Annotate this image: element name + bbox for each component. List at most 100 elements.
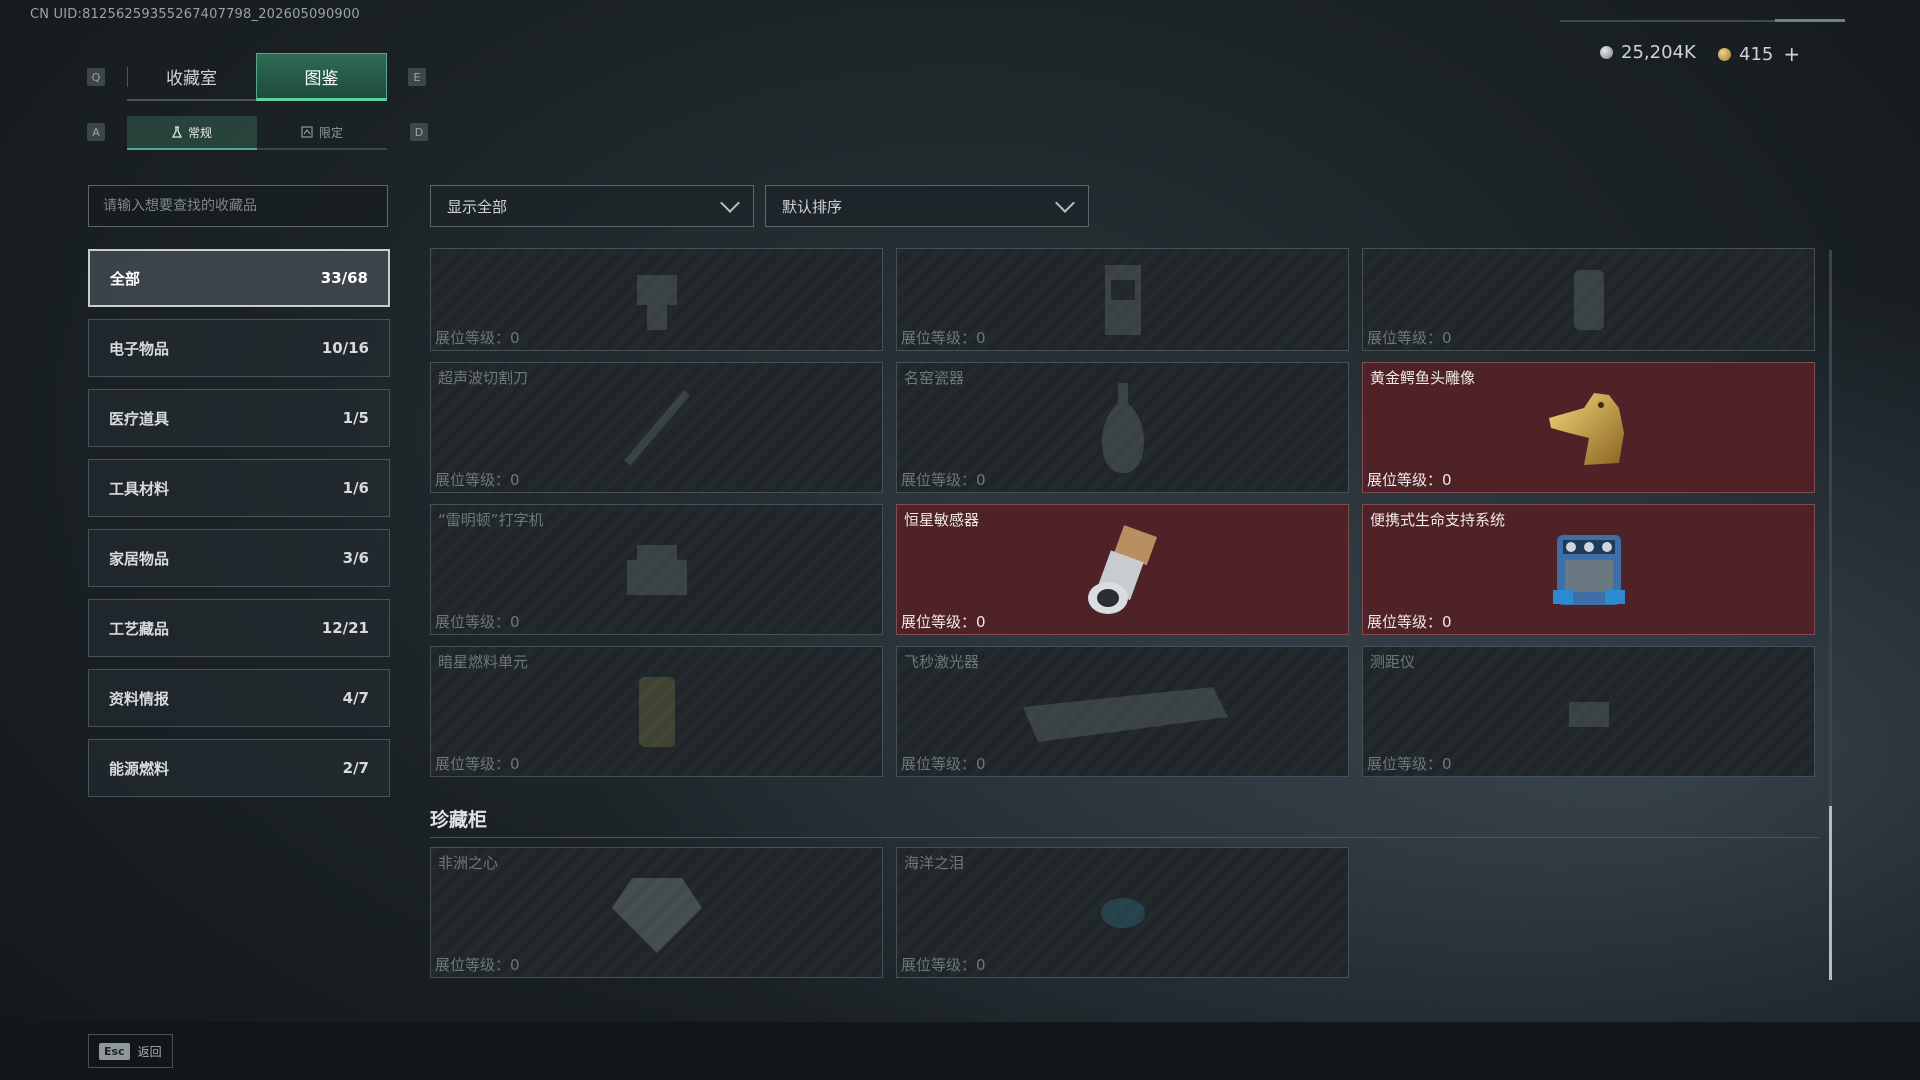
subtab-limited[interactable]: 限定 [257, 116, 387, 150]
category-crafts[interactable]: 工艺藏品 12/21 [88, 599, 390, 657]
tab-catalog[interactable]: 图鉴 [256, 53, 387, 101]
item-card[interactable]: 展位等级：0 [896, 248, 1349, 351]
item-card[interactable]: 名窑瓷器 展位等级：0 [896, 362, 1349, 493]
chevron-down-icon [1055, 193, 1075, 213]
item-card[interactable]: “雷明顿”打字机 展位等级：0 [430, 504, 883, 635]
item-level: 展位等级：0 [901, 329, 986, 347]
category-label: 能源燃料 [109, 759, 170, 778]
esc-key-label: Esc [99, 1042, 130, 1060]
item-level: 展位等级：0 [901, 956, 986, 974]
item-card[interactable]: 超声波切割刀 展位等级：0 [430, 362, 883, 493]
ultrasonic-cutter-icon [623, 389, 690, 466]
category-intel[interactable]: 资料情报 4/7 [88, 669, 390, 727]
item-name: 恒星敏感器 [904, 511, 980, 529]
item-card[interactable]: 展位等级：0 [1362, 248, 1815, 351]
key-hint-a: A [87, 123, 105, 141]
item-name: 暗星燃料单元 [438, 653, 529, 671]
item-level: 展位等级：0 [435, 613, 520, 631]
category-label: 工具材料 [109, 479, 170, 498]
item-name: 非洲之心 [438, 854, 499, 872]
scrollbar[interactable] [1829, 250, 1832, 980]
item-name: 黄金鳄鱼头雕像 [1370, 369, 1476, 387]
laser-device-icon [1022, 686, 1228, 742]
category-all[interactable]: 全部 33/68 [88, 249, 390, 307]
category-label: 全部 [110, 269, 141, 288]
item-level: 展位等级：0 [901, 613, 986, 631]
category-count: 4/7 [342, 689, 369, 707]
item-level: 展位等级：0 [1367, 329, 1452, 347]
category-label: 资料情报 [109, 689, 170, 708]
key-hint-q: Q [87, 68, 105, 86]
tab-collection-room[interactable]: 收藏室 [127, 53, 256, 101]
robot-part-icon [636, 274, 677, 330]
category-household[interactable]: 家居物品 3/6 [88, 529, 390, 587]
treasure-card[interactable]: 海洋之泪 展位等级：0 [896, 847, 1349, 978]
bottom-bar [0, 1022, 1920, 1080]
back-button[interactable]: Esc 返回 [88, 1034, 173, 1068]
treasure-card[interactable]: 非洲之心 展位等级：0 [430, 847, 883, 978]
category-electronics[interactable]: 电子物品 10/16 [88, 319, 390, 377]
item-card[interactable]: 暗星燃料单元 展位等级：0 [430, 646, 883, 777]
item-level: 展位等级：0 [435, 329, 520, 347]
category-label: 电子物品 [109, 339, 170, 358]
gold-coin-icon [1718, 47, 1731, 61]
category-list: 全部 33/68 电子物品 10/16 医疗道具 1/5 工具材料 1/6 家居… [88, 249, 390, 809]
search-input[interactable] [88, 185, 388, 227]
item-level: 展位等级：0 [435, 471, 520, 489]
item-card[interactable]: 飞秒激光器 展位等级：0 [896, 646, 1349, 777]
item-card-owned[interactable]: 黄金鳄鱼头雕像 展位等级：0 [1362, 362, 1815, 493]
item-card[interactable]: 测距仪 展位等级：0 [1362, 646, 1815, 777]
item-card-owned[interactable]: 便携式生命支持系统 展位等级：0 [1362, 504, 1815, 635]
item-name: 海洋之泪 [904, 854, 965, 872]
tab-label: 收藏室 [166, 68, 217, 89]
item-level: 展位等级：0 [901, 755, 986, 773]
lantern-icon [1573, 269, 1604, 330]
item-card[interactable]: 展位等级：0 [430, 248, 883, 351]
silver-amount: 25,204K [1621, 42, 1696, 63]
porcelain-vase-icon [1101, 382, 1144, 473]
scrollbar-thumb[interactable] [1829, 806, 1832, 980]
section-divider [430, 837, 1819, 838]
add-currency-button[interactable]: + [1783, 42, 1800, 66]
category-count: 12/21 [321, 619, 369, 637]
back-label: 返回 [137, 1044, 162, 1059]
gem-icon [1100, 897, 1145, 928]
key-hint-e: E [408, 68, 426, 86]
rangefinder-icon [1568, 701, 1609, 727]
item-name: 超声波切割刀 [438, 369, 529, 387]
uid-label: CN UID:81256259355267407798_202605090900 [30, 7, 360, 22]
item-card-owned[interactable]: 恒星敏感器 展位等级：0 [896, 504, 1349, 635]
category-tools[interactable]: 工具材料 1/6 [88, 459, 390, 517]
silver-currency: 25,204K [1600, 42, 1696, 63]
golden-crocodile-statue-icon [1548, 392, 1624, 465]
category-count: 1/5 [342, 409, 369, 427]
sort-dropdown[interactable]: 默认排序 [765, 185, 1089, 227]
item-level: 展位等级：0 [435, 956, 520, 974]
category-label: 家居物品 [109, 549, 170, 568]
item-name: 便携式生命支持系统 [1370, 511, 1506, 529]
fuel-cell-icon [638, 676, 675, 747]
item-name: 飞秒激光器 [904, 653, 980, 671]
diamond-icon [611, 877, 702, 953]
category-count: 2/7 [342, 759, 369, 777]
key-hint-d: D [410, 123, 428, 141]
sub-tabs: 常规 限定 [127, 116, 387, 150]
sort-value: 默认排序 [782, 197, 843, 216]
category-count: 33/68 [320, 269, 368, 287]
section-title-treasures: 珍藏柜 [430, 809, 488, 831]
typewriter-icon [626, 544, 687, 595]
category-energy[interactable]: 能源燃料 2/7 [88, 739, 390, 797]
subtab-regular[interactable]: 常规 [127, 116, 257, 150]
item-name: “雷明顿”打字机 [438, 511, 544, 529]
limited-box-icon [301, 126, 313, 138]
gold-amount: 415 [1739, 43, 1774, 65]
item-level: 展位等级：0 [901, 471, 986, 489]
filter-dropdown[interactable]: 显示全部 [430, 185, 754, 227]
subtab-label: 常规 [187, 125, 212, 140]
silver-coin-icon [1600, 46, 1613, 59]
gold-currency: 415 + [1718, 42, 1800, 66]
life-support-system-icon [1552, 534, 1625, 605]
item-name: 测距仪 [1370, 653, 1416, 671]
item-name: 名窑瓷器 [904, 369, 965, 387]
category-medical[interactable]: 医疗道具 1/5 [88, 389, 390, 447]
